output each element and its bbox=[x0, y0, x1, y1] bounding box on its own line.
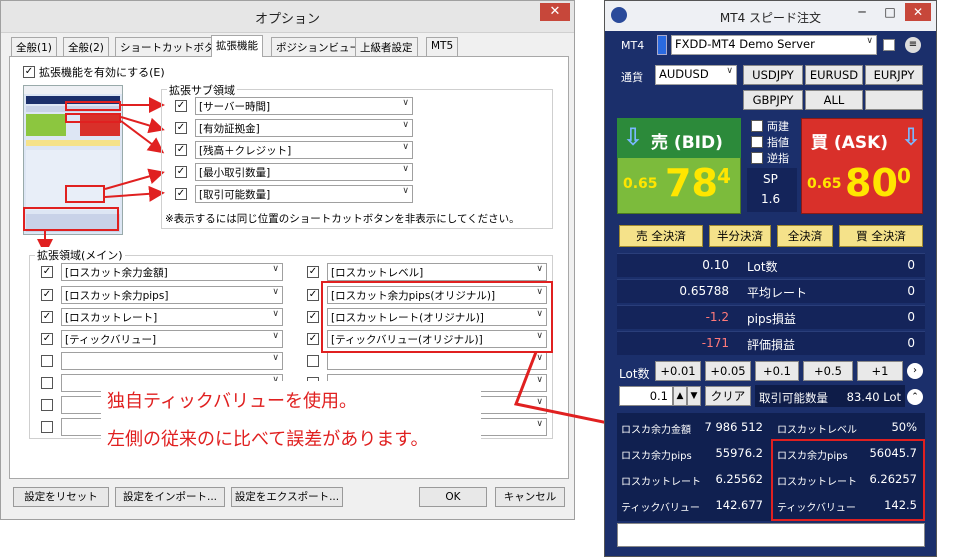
stat-lots-value: 0.10 bbox=[702, 258, 729, 272]
info-r-1-label: ロスカットレベル bbox=[777, 425, 857, 436]
pair-button-eurjpy[interactable]: EURJPY bbox=[865, 65, 923, 85]
lot-label: Lot数 bbox=[619, 367, 650, 381]
sell-label: 売 (BID) bbox=[651, 133, 723, 153]
stop-label: 逆指 bbox=[767, 152, 789, 165]
ask-small-digit: 0 bbox=[897, 164, 911, 188]
info-l-1-value: 7 986 512 bbox=[704, 420, 763, 434]
server-select[interactable]: FXDD-MT4 Demo Server ∨ bbox=[671, 35, 877, 55]
info-l-1-label: ロスカ余力金額 bbox=[621, 425, 691, 436]
collapse-icon[interactable]: ⌃ bbox=[907, 389, 923, 405]
spread-label: SP bbox=[763, 172, 778, 186]
buy-arrow-icon: ⇩ bbox=[901, 123, 922, 151]
mt4-label: MT4 bbox=[621, 39, 645, 52]
tab-extension[interactable]: 拡張機能 bbox=[211, 35, 263, 57]
info-l-3-value: 6.25562 bbox=[715, 472, 763, 486]
stat-pips-label: pips損益 bbox=[747, 312, 796, 326]
stat-pnl-value: -171 bbox=[701, 336, 729, 350]
original-values-highlight bbox=[771, 439, 925, 521]
info-l-2-value: 55976.2 bbox=[715, 446, 763, 460]
ask-prefix: 0.65 bbox=[807, 176, 842, 192]
stat-pnl-label: 評価損益 bbox=[747, 338, 796, 352]
lot-up-icon[interactable]: ▲ bbox=[673, 386, 687, 406]
currency-label: 通貨 bbox=[621, 71, 643, 84]
stat-pnl-right: 0 bbox=[907, 336, 915, 350]
buy-label: 買 (ASK) bbox=[811, 133, 889, 153]
symbol-select[interactable]: AUDUSD ∨ bbox=[655, 65, 737, 85]
clear-button[interactable]: クリア bbox=[705, 386, 751, 406]
info-l-4-value: 142.677 bbox=[715, 498, 763, 512]
lot-down-icon[interactable]: ▼ bbox=[687, 386, 701, 406]
stat-avg-right: 0 bbox=[907, 284, 915, 298]
info-r-1-value: 50% bbox=[891, 420, 917, 434]
lot-add-0.5-button[interactable]: +0.5 bbox=[803, 361, 853, 381]
stat-pips-right: 0 bbox=[907, 310, 915, 324]
limit-label: 指値 bbox=[767, 136, 789, 149]
ask-main-digits: 80 bbox=[845, 161, 898, 205]
pair-button-eurusd[interactable]: EURUSD bbox=[805, 65, 863, 85]
tradable-value: 83.40 Lot bbox=[846, 390, 901, 404]
minimize-icon[interactable]: ─ bbox=[849, 3, 875, 21]
status-bar bbox=[617, 523, 925, 547]
pair-button-usdjpy[interactable]: USDJPY bbox=[743, 65, 803, 85]
bid-prefix: 0.65 bbox=[623, 176, 658, 192]
lot-add-0.05-button[interactable]: +0.05 bbox=[705, 361, 751, 381]
limit-checkbox[interactable] bbox=[751, 136, 763, 148]
half-close-button[interactable]: 半分決済 bbox=[709, 225, 771, 247]
menu-icon[interactable]: ≡ bbox=[905, 37, 921, 53]
pair-button-gbpjpy[interactable]: GBPJPY bbox=[743, 90, 803, 110]
lot-add-0.01-button[interactable]: +0.01 bbox=[655, 361, 701, 381]
terminal-icon bbox=[657, 35, 667, 55]
hedge-label: 両建 bbox=[767, 120, 789, 133]
buy-close-all-button[interactable]: 買 全決済 bbox=[839, 225, 923, 247]
lot-next-icon[interactable]: › bbox=[907, 363, 923, 379]
lot-add-1-button[interactable]: +1 bbox=[857, 361, 903, 381]
stat-lots-label: Lot数 bbox=[747, 260, 778, 274]
close-all-button[interactable]: 全決済 bbox=[777, 225, 833, 247]
hedge-checkbox[interactable] bbox=[751, 120, 763, 132]
stat-avg-value: 0.65788 bbox=[679, 284, 729, 298]
lot-add-0.1-button[interactable]: +0.1 bbox=[755, 361, 799, 381]
pair-button-all[interactable]: ALL bbox=[805, 90, 863, 110]
stop-checkbox[interactable] bbox=[751, 152, 763, 164]
info-l-2-label: ロスカ余力pips bbox=[621, 451, 692, 462]
bid-small-digit: 4 bbox=[717, 164, 731, 188]
sell-close-all-button[interactable]: 売 全決済 bbox=[619, 225, 703, 247]
option-checkbox[interactable] bbox=[883, 39, 895, 51]
maximize-icon[interactable]: □ bbox=[877, 3, 903, 21]
sell-arrow-icon: ⇩ bbox=[623, 123, 644, 151]
spread-value: 1.6 bbox=[761, 192, 781, 206]
pair-button-empty[interactable] bbox=[865, 90, 923, 110]
stat-avg-label: 平均レート bbox=[747, 286, 808, 300]
tradable-label: 取引可能数量 bbox=[759, 391, 828, 405]
stat-pips-value: -1.2 bbox=[705, 310, 729, 324]
lot-input[interactable]: 0.1 bbox=[619, 386, 673, 406]
mt4-speed-order-window: MT4 スピード注文 ─ □ ✕ MT4 FXDD-MT4 Demo Serve… bbox=[604, 0, 937, 557]
stat-lots-right: 0 bbox=[907, 258, 915, 272]
close-icon[interactable]: ✕ bbox=[905, 3, 931, 21]
bid-main-digits: 78 bbox=[665, 161, 718, 205]
